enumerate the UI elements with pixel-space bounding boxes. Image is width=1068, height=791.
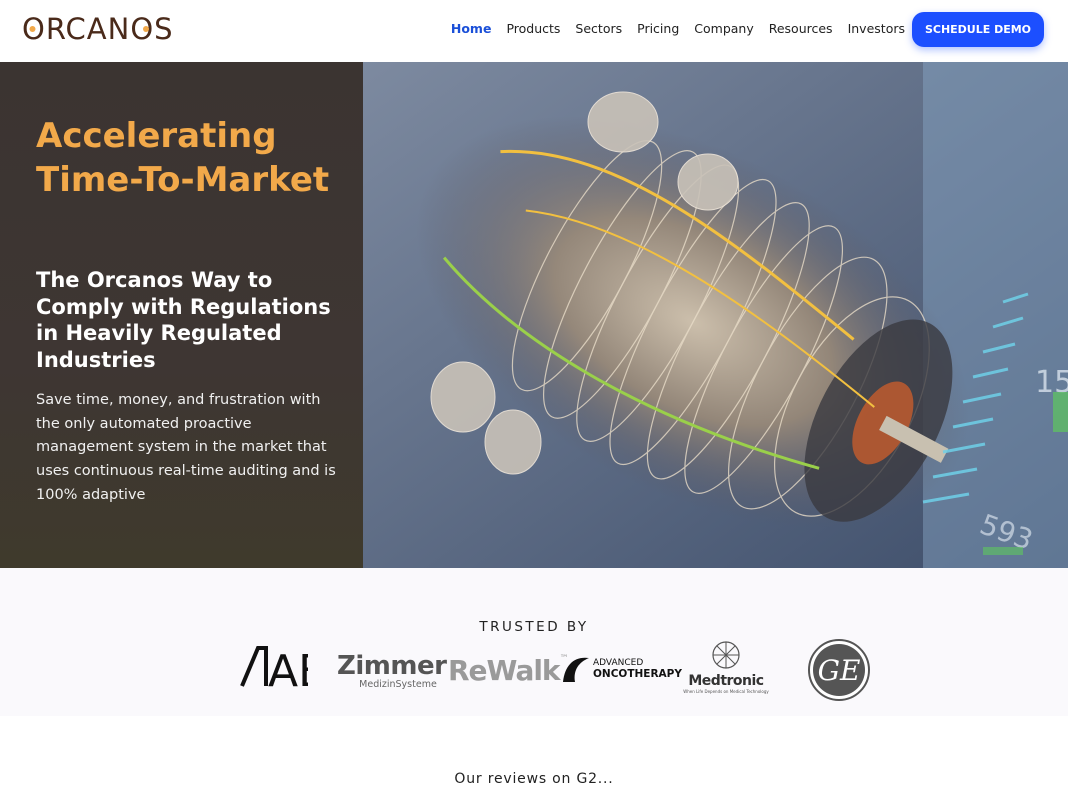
reviews-heading: Our reviews on G2... [454, 771, 614, 787]
logo-rewalk: ReWalk™ [448, 654, 569, 687]
nav-investors[interactable]: Investors [848, 21, 905, 36]
orcanos-logo[interactable]: ORCANOS [22, 12, 178, 51]
medtronic-figure-icon [712, 641, 740, 669]
nav-products[interactable]: Products [506, 21, 560, 36]
schedule-demo-button[interactable]: SCHEDULE DEMO [912, 12, 1044, 47]
nav-sectors[interactable]: Sectors [575, 21, 622, 36]
svg-text:GE: GE [818, 654, 861, 687]
logo-advanced-oncotherapy: ADVANCED ONCOTHERAPY [561, 654, 682, 684]
turbine-engine-illustration: 15 593 [363, 62, 1068, 568]
oncotherapy-mark-icon [563, 657, 589, 682]
site-header: ORCANOS Home Products Sectors Pricing Co… [0, 0, 1068, 62]
nav-pricing[interactable]: Pricing [637, 21, 679, 36]
logo-text: ORCANOS [22, 14, 174, 44]
hero-section: Accelerating Time-To-Market The Orcanos … [0, 62, 1068, 568]
hero-text-panel: Accelerating Time-To-Market The Orcanos … [0, 62, 363, 568]
orcanos-logo-mark: ORCANOS [22, 12, 174, 46]
logo-medtronic: Medtronic When Life Depends on Medical T… [682, 640, 770, 694]
hero-title: Accelerating Time-To-Market [36, 116, 330, 200]
hero-body: Save time, money, and frustration with t… [36, 392, 336, 503]
logo-dot-1 [29, 26, 36, 32]
nav-home[interactable]: Home [451, 21, 492, 36]
turbine-engine-image: 15 593 [363, 62, 1068, 568]
trusted-by-section: TRUSTED BY AB Zimmer MedizinSysteme ReWa… [0, 568, 1068, 716]
trusted-by-label: TRUSTED BY [479, 619, 589, 635]
logo-ab: AB [240, 644, 328, 697]
client-logos: AB Zimmer MedizinSysteme ReWalk™ ADVANCE… [0, 638, 1068, 704]
hero-subtitle: The Orcanos Way to Comply with Regulatio… [36, 268, 331, 372]
logo-zimmer: Zimmer MedizinSysteme [337, 651, 447, 690]
main-nav: Home Products Sectors Pricing Company Re… [451, 21, 905, 36]
nav-resources[interactable]: Resources [769, 21, 833, 36]
nav-company[interactable]: Company [694, 21, 753, 36]
logo-dot-2 [143, 26, 149, 32]
logo-ge: GE [807, 638, 871, 706]
svg-text:AB: AB [268, 646, 308, 688]
